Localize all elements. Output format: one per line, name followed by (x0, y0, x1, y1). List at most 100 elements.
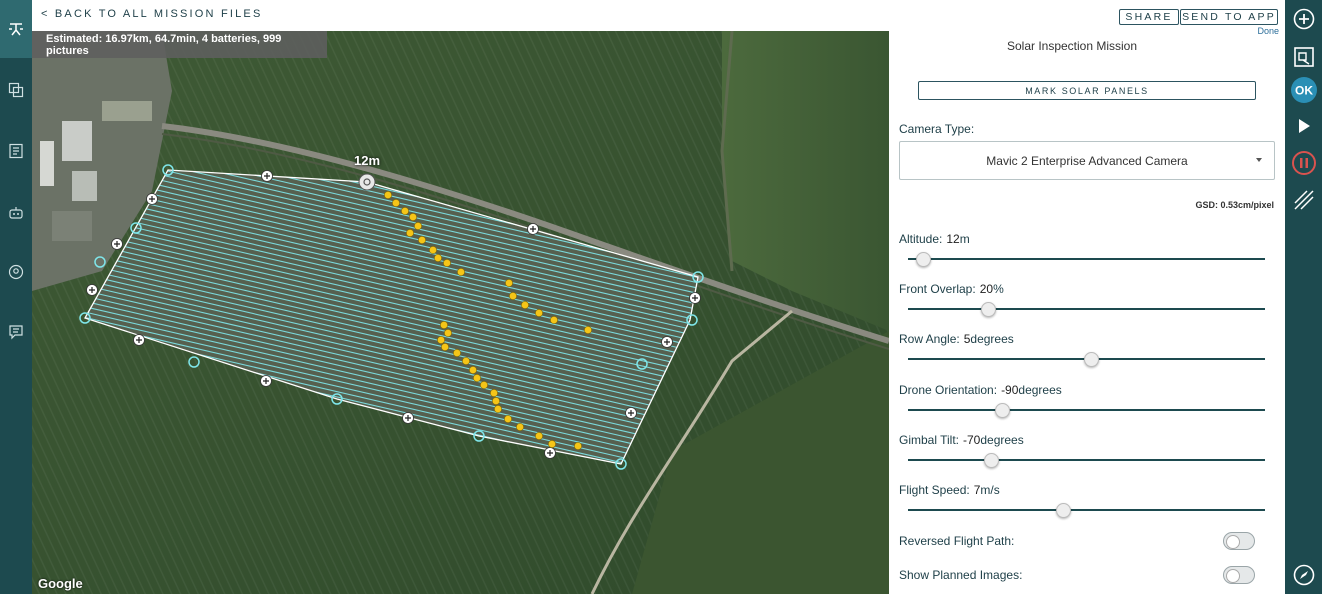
solar-panel-marker[interactable] (418, 236, 426, 244)
solar-panel-marker[interactable] (401, 207, 409, 215)
setting-slider[interactable] (908, 352, 1265, 367)
setting-label: Altitude: 12m (899, 232, 970, 246)
setting-unit: degrees (1018, 383, 1062, 397)
satellite-map[interactable] (32, 31, 889, 594)
pause-icon[interactable] (1289, 148, 1319, 178)
camera-type-value: Mavic 2 Enterprise Advanced Camera (986, 153, 1188, 168)
solar-panel-marker[interactable] (462, 357, 470, 365)
mark-solar-panels-button[interactable]: MARK SOLAR PANELS (918, 81, 1256, 100)
left-toolbar (0, 0, 32, 594)
slider-thumb[interactable] (1055, 503, 1071, 518)
setting-name: Drone Orientation: (899, 383, 998, 397)
play-icon[interactable] (1289, 111, 1319, 141)
compass-icon[interactable] (1289, 560, 1319, 590)
solar-panel-marker[interactable] (516, 423, 524, 431)
solar-panel-marker[interactable] (409, 213, 417, 221)
share-button[interactable]: SHARE (1119, 9, 1179, 25)
altitude-label: 12m (354, 153, 381, 168)
setting-value: 12 (946, 232, 960, 246)
solar-panel-marker[interactable] (440, 321, 448, 329)
solar-panel-marker[interactable] (444, 329, 452, 337)
drone-path-icon[interactable] (0, 0, 32, 58)
slider-thumb[interactable] (916, 252, 932, 267)
right-toolbar: OK (1285, 0, 1322, 594)
solar-panel-marker[interactable] (473, 374, 481, 382)
robot-icon[interactable] (0, 197, 32, 227)
reversed-flight-path-toggle[interactable] (1223, 532, 1255, 550)
building (102, 101, 152, 121)
setting-label: Row Angle: 5degrees (899, 332, 1014, 346)
show-planned-images-label: Show Planned Images: (899, 568, 1023, 582)
setting-value: -70 (963, 433, 981, 447)
setting-slider[interactable] (908, 453, 1265, 468)
user-circle-icon[interactable] (0, 257, 32, 287)
setting-name: Front Overlap: (899, 282, 976, 296)
toggle-knob (1226, 569, 1240, 583)
route-icon[interactable] (1289, 185, 1319, 215)
slider-thumb[interactable] (994, 403, 1010, 418)
solar-panel-marker[interactable] (504, 415, 512, 423)
solar-panel-marker[interactable] (521, 301, 529, 309)
send-to-app-button[interactable]: SEND TO APP (1180, 9, 1278, 25)
slider-thumb[interactable] (980, 302, 996, 317)
solar-panel-marker[interactable] (441, 343, 449, 351)
solar-panel-marker[interactable] (429, 246, 437, 254)
setting-slider[interactable] (908, 403, 1265, 418)
list-icon[interactable] (0, 136, 32, 166)
solar-panel-marker[interactable] (509, 292, 517, 300)
solar-panel-marker[interactable] (494, 405, 502, 413)
solar-panel-marker[interactable] (443, 259, 451, 267)
altitude-marker-icon[interactable] (358, 173, 376, 191)
solar-panel-marker[interactable] (490, 389, 498, 397)
setting-value: -90 (1001, 383, 1019, 397)
solar-panel-marker[interactable] (392, 199, 400, 207)
gsd-readout: GSD: 0.53cm/pixel (1195, 200, 1274, 210)
solar-panel-marker[interactable] (550, 316, 558, 324)
solar-panel-marker[interactable] (574, 442, 582, 450)
slider-thumb[interactable] (1084, 352, 1100, 367)
setting-slider[interactable] (908, 503, 1265, 518)
slider-thumb[interactable] (984, 453, 1000, 468)
solar-panel-marker[interactable] (480, 381, 488, 389)
setting-value: 20 (979, 282, 994, 296)
solar-panel-marker[interactable] (453, 349, 461, 357)
solar-panel-marker[interactable] (505, 279, 513, 287)
setting-unit: degrees (970, 332, 1014, 346)
building (52, 211, 92, 241)
solar-panel-marker[interactable] (548, 440, 556, 448)
solar-panel-marker[interactable] (384, 191, 392, 199)
setting-slider[interactable] (908, 302, 1265, 317)
slider-track (908, 409, 1265, 411)
map-select-icon[interactable] (1289, 42, 1319, 72)
setting-label: Gimbal Tilt: -70degrees (899, 433, 1024, 447)
solar-panel-marker[interactable] (535, 432, 543, 440)
done-link[interactable]: Done (1257, 26, 1279, 36)
add-circle-icon[interactable] (1289, 4, 1319, 34)
camera-type-select[interactable]: Mavic 2 Enterprise Advanced Camera (899, 141, 1275, 180)
setting-slider[interactable] (908, 252, 1265, 267)
solar-panel-marker[interactable] (535, 309, 543, 317)
copy-icon[interactable] (0, 75, 32, 105)
solar-panel-marker[interactable] (584, 326, 592, 334)
solar-panel-marker[interactable] (414, 222, 422, 230)
solar-panel-marker[interactable] (434, 254, 442, 262)
show-planned-images-toggle[interactable] (1223, 566, 1255, 584)
ok-icon[interactable]: OK (1289, 75, 1319, 105)
chat-icon[interactable] (0, 317, 32, 347)
solar-panel-marker[interactable] (492, 397, 500, 405)
building (62, 121, 92, 161)
solar-panel-marker[interactable] (469, 366, 477, 374)
back-to-mission-files-link[interactable]: < BACK TO ALL MISSION FILES (41, 8, 263, 20)
building (40, 141, 54, 186)
setting-label: Flight Speed: 7m/s (899, 483, 1000, 497)
google-logo: Google (38, 576, 83, 591)
solar-panel-marker[interactable] (437, 336, 445, 344)
solar-panel-marker[interactable] (457, 268, 465, 276)
camera-type-label: Camera Type: (899, 122, 975, 136)
setting-unit: degrees (980, 433, 1024, 447)
solar-panel-marker[interactable] (406, 229, 414, 237)
setting-label: Front Overlap: 20% (899, 282, 1004, 296)
map-view[interactable]: Estimated: 16.97km, 64.7min, 4 batteries… (32, 31, 889, 594)
mission-title: Solar Inspection Mission (1006, 39, 1138, 53)
setting-unit: m (959, 232, 970, 246)
